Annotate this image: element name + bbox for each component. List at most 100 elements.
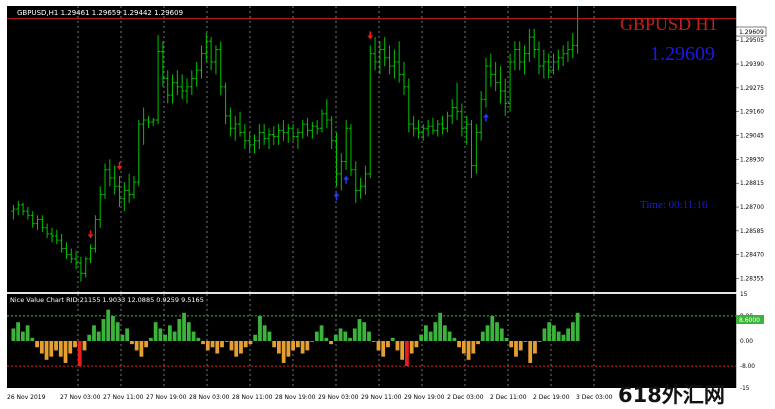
price-axis-label: 1.28815 [740, 181, 764, 187]
value-bar [101, 319, 106, 341]
value-bar [324, 337, 329, 341]
time-axis-label: 2 Dec 03:00 [447, 394, 484, 401]
timer-label: Time: 00:11:16 [640, 199, 708, 211]
price-axis-label: 1.28930 [740, 157, 764, 163]
value-bar [277, 341, 281, 354]
time-axis-label: 29 Nov 11:00 [361, 394, 402, 401]
value-bar [262, 325, 267, 341]
main-info-text: GBPUSD,H1 1.29461 1.29659 1.29442 1.2960… [17, 9, 183, 17]
value-bar [352, 328, 357, 341]
value-bar [514, 341, 518, 357]
value-bar [134, 341, 139, 351]
price-axis-label: 1.29275 [740, 86, 764, 92]
price-axis-label: 1.29160 [740, 110, 764, 116]
watermark-text: 618外汇网 [618, 383, 725, 407]
value-bar [433, 322, 438, 341]
value-bar [343, 331, 348, 341]
value-bar [533, 341, 537, 354]
value-bar [457, 341, 461, 348]
value-bar [54, 341, 58, 351]
value-bar [111, 315, 115, 341]
value-bar [215, 341, 220, 354]
value-bar [258, 315, 262, 341]
value-bar [561, 334, 566, 341]
value-bar [25, 325, 30, 341]
indicator-axis-label: 0.00 [740, 339, 753, 345]
time-axis-label: 28 Nov 11:00 [232, 394, 273, 401]
current-value-tag-text: 8.6000 [739, 317, 760, 324]
time-axis-label: 28 Nov 03:00 [189, 394, 230, 401]
value-bar [333, 334, 338, 341]
value-bar [575, 312, 580, 341]
value-bar [452, 337, 457, 341]
value-bar [566, 328, 571, 341]
value-bar [395, 341, 400, 351]
value-bar [253, 334, 258, 341]
value-bar [267, 331, 272, 341]
value-bar [390, 337, 395, 341]
time-axis[interactable]: 26 Nov 2019 27 Nov 03:00 27 Nov 11:00 27 No… [7, 394, 613, 401]
value-bar [120, 334, 125, 341]
value-bar [480, 331, 485, 341]
price-axis-label: 1.28355 [740, 277, 764, 283]
value-bar [570, 322, 575, 341]
value-bar [153, 322, 158, 341]
value-bar [172, 331, 177, 341]
value-bar [357, 319, 362, 341]
value-bar [49, 341, 54, 357]
value-bar [485, 325, 490, 341]
value-bar [125, 328, 130, 341]
value-bar [300, 341, 305, 354]
value-bar [11, 328, 16, 341]
value-bar [362, 322, 367, 341]
value-bar [182, 312, 186, 341]
value-bar [106, 309, 111, 341]
time-axis-label: 2 Dec 11:00 [490, 394, 527, 401]
value-bar [414, 341, 419, 348]
value-bar [44, 341, 49, 360]
value-bar [158, 328, 163, 341]
value-bar [73, 341, 77, 348]
value-bar [556, 331, 561, 341]
value-bar [139, 341, 144, 357]
time-axis-label: 28 Nov 19:00 [275, 394, 316, 401]
value-bar [329, 341, 333, 345]
value-bar [542, 328, 547, 341]
value-bar [186, 322, 191, 341]
value-bar [96, 331, 101, 341]
value-bar [92, 325, 96, 341]
main-chart-area[interactable] [7, 6, 736, 292]
value-bar [386, 341, 390, 348]
value-bar [528, 341, 533, 363]
price-axis-label: 1.29045 [740, 134, 764, 140]
value-bar [20, 331, 25, 341]
value-bar [381, 341, 386, 357]
value-bar [305, 341, 310, 351]
value-bar [16, 322, 21, 341]
value-bar [30, 337, 35, 341]
value-bar [442, 325, 447, 341]
value-bar [63, 341, 68, 363]
value-bar [177, 319, 182, 341]
time-axis-label: 2 Dec 19:00 [533, 394, 570, 401]
time-axis-label: 27 Nov 03:00 [60, 394, 101, 401]
price-axis-label: 1.28470 [740, 253, 764, 259]
value-bar [281, 341, 286, 363]
value-bar [438, 312, 443, 341]
value-bar [220, 341, 224, 348]
value-bar [210, 341, 215, 348]
value-bar [68, 341, 73, 354]
value-bar [428, 331, 433, 341]
value-bar [35, 341, 39, 348]
value-bar [476, 341, 480, 345]
value-bar [376, 341, 381, 351]
indicator-axis-label: 15 [740, 292, 748, 298]
value-bar [234, 341, 239, 357]
value-bar [310, 341, 314, 342]
value-bar [229, 341, 234, 351]
indicator-info-text: Nice Value Chart RID:21155 1.9033 12.088… [10, 296, 204, 304]
symbol-label: GBPUSD H1 [620, 14, 718, 34]
value-bar [509, 341, 514, 348]
value-bar [552, 325, 556, 341]
value-bar [291, 341, 296, 351]
